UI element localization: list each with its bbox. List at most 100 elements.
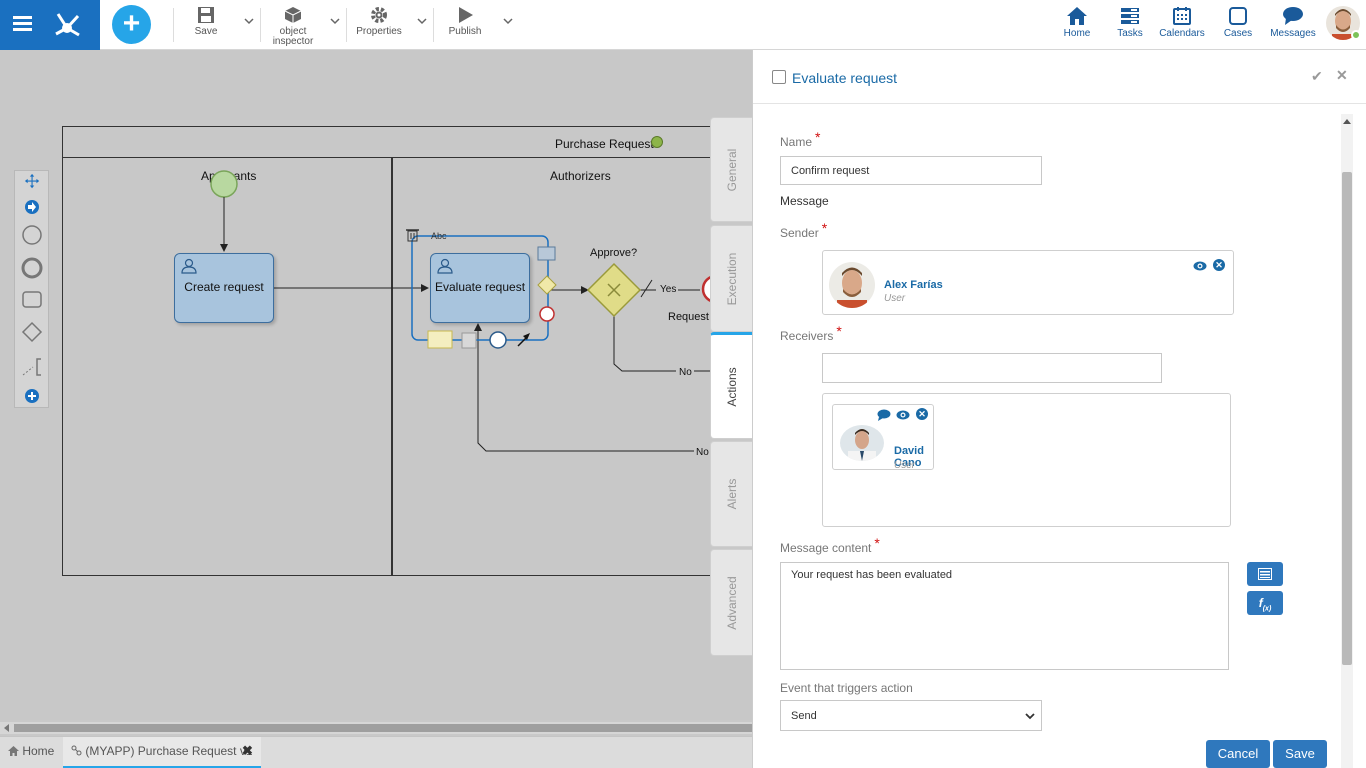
top-toolbar: + Save object inspector Properties Publi… <box>0 0 1366 50</box>
save-tool-label: Save <box>194 26 218 37</box>
quick-annotation-icon[interactable] <box>427 330 453 349</box>
publish-label: Publish <box>448 26 482 37</box>
content-label-text: Message content <box>780 541 872 555</box>
tasks-icon <box>1121 8 1139 24</box>
panel-scroll-thumb[interactable] <box>1342 172 1352 665</box>
close-tab-icon[interactable]: ✖ <box>242 737 253 765</box>
process-icon <box>71 745 82 756</box>
panel-vertical-scrollbar[interactable] <box>1341 114 1353 768</box>
end-event-label: Request <box>668 311 709 323</box>
function-button[interactable]: f(x) <box>1247 591 1283 615</box>
cases-icon <box>1229 7 1247 25</box>
properties-panel: Evaluate request ✔ ✕ Name* Message Sende… <box>752 50 1366 768</box>
horizontal-scrollbar[interactable] <box>0 722 752 734</box>
close-panel-icon[interactable]: ✕ <box>1336 67 1348 84</box>
receivers-list-box[interactable]: David Cano User ✕ <box>822 393 1231 527</box>
flow-no2-label: No <box>696 447 709 458</box>
bottom-tab-home-label: Home <box>22 744 55 758</box>
scroll-up-arrow-icon[interactable] <box>1343 118 1351 126</box>
sender-role: User <box>884 293 906 304</box>
toolbar-divider <box>260 8 261 42</box>
nav-home-label: Home <box>1063 28 1091 39</box>
calendar-icon <box>1173 7 1191 25</box>
view-eye-icon[interactable] <box>896 409 910 421</box>
task-evaluate-request[interactable]: Evaluate request <box>430 253 530 323</box>
chevron-down-icon[interactable] <box>417 16 427 26</box>
quick-gateway-icon[interactable] <box>537 275 557 295</box>
save-button[interactable]: Save <box>1273 740 1327 768</box>
add-button[interactable]: + <box>112 5 151 44</box>
chat-bubble-icon[interactable] <box>877 409 891 421</box>
receiver-card[interactable]: David Cano User ✕ <box>832 404 934 471</box>
chevron-down-icon[interactable] <box>244 16 254 26</box>
quick-data-icon[interactable] <box>461 332 477 349</box>
required-asterisk: * <box>836 323 842 339</box>
event-select-value: Send <box>791 710 817 722</box>
nav-cases[interactable]: Cases <box>1222 6 1254 46</box>
annotation-text-label[interactable]: Abc <box>431 231 447 241</box>
quick-intermediate-event-icon[interactable] <box>489 331 507 349</box>
content-editor-button[interactable] <box>1247 562 1283 586</box>
gear-icon <box>371 7 387 23</box>
event-select[interactable]: Send <box>780 700 1042 731</box>
remove-sender-icon[interactable]: ✕ <box>1213 259 1225 271</box>
tab-alerts[interactable]: Alerts <box>710 441 752 547</box>
chevron-down-icon[interactable] <box>330 16 340 26</box>
save-tool-button[interactable]: Save <box>188 6 224 46</box>
message-content-textarea[interactable]: Your request has been evaluated <box>780 562 1229 670</box>
task-create-request-label: Create request <box>184 280 264 294</box>
name-label-text: Name <box>780 135 813 149</box>
confirm-check-icon[interactable]: ✔ <box>1311 68 1323 85</box>
nav-messages-label: Messages <box>1270 28 1316 39</box>
toolbar-divider <box>346 8 347 42</box>
main-menu-area <box>0 0 100 50</box>
bottom-tab-process-label: (MYAPP) Purchase Request v1 <box>85 744 253 758</box>
object-inspector-button[interactable]: object inspector <box>268 6 318 47</box>
horizontal-scroll-thumb[interactable] <box>14 724 752 732</box>
hamburger-icon[interactable] <box>13 16 32 32</box>
tab-alerts-label: Alerts <box>724 478 739 510</box>
nav-messages[interactable]: Messages <box>1268 6 1318 46</box>
tab-actions[interactable]: Actions <box>710 332 752 439</box>
properties-label: Properties <box>356 26 402 37</box>
required-asterisk: * <box>815 129 821 145</box>
name-input[interactable] <box>780 156 1042 185</box>
tab-general[interactable]: General <box>710 117 752 222</box>
nav-home[interactable]: Home <box>1060 6 1094 46</box>
nav-tasks[interactable]: Tasks <box>1114 6 1146 46</box>
start-event[interactable] <box>210 170 238 198</box>
receivers-search-input[interactable] <box>822 353 1162 383</box>
quick-task-icon[interactable] <box>537 246 556 261</box>
tab-execution[interactable]: Execution <box>710 225 752 332</box>
receiver-avatar <box>840 425 884 461</box>
bottom-tab-process[interactable]: (MYAPP) Purchase Request v1 ✖ <box>63 737 261 768</box>
bottom-tab-bar: Home (MYAPP) Purchase Request v1 ✖ <box>0 736 752 768</box>
play-icon <box>459 7 473 23</box>
nav-calendars[interactable]: Calendars <box>1157 6 1207 46</box>
object-inspector-label-2: inspector <box>272 36 314 47</box>
quick-end-event-icon[interactable] <box>539 306 555 322</box>
sender-name[interactable]: Alex Farías <box>884 279 943 291</box>
diagram-canvas[interactable]: Purchase Request Applicants Authorizers … <box>0 50 762 720</box>
diagram-connectors: Abc Approve? Yes No No Request <box>210 170 752 458</box>
view-eye-icon[interactable] <box>1193 260 1207 272</box>
remove-receiver-icon[interactable]: ✕ <box>916 408 928 420</box>
tab-execution-label: Execution <box>724 252 739 305</box>
exclusive-gateway[interactable] <box>586 262 642 318</box>
chevron-down-icon[interactable] <box>503 16 513 26</box>
properties-button[interactable]: Properties <box>354 6 404 46</box>
sender-avatar <box>829 262 875 308</box>
task-create-request[interactable]: Create request <box>174 253 274 323</box>
cancel-button[interactable]: Cancel <box>1206 740 1270 768</box>
required-asterisk: * <box>821 220 828 236</box>
editor-list-icon <box>1258 568 1272 580</box>
sender-box[interactable]: Alex Farías User ✕ <box>822 250 1234 315</box>
event-field-label: Event that triggers action <box>780 681 913 695</box>
scroll-left-arrow-icon[interactable] <box>3 724 11 732</box>
publish-button[interactable]: Publish <box>445 6 485 46</box>
receivers-field-label: Receivers * <box>780 323 842 343</box>
bottom-tab-home[interactable]: Home <box>8 737 62 768</box>
tab-advanced[interactable]: Advanced <box>710 549 752 656</box>
panel-checkbox[interactable] <box>772 70 786 84</box>
function-fx-icon: f(x) <box>1258 596 1272 613</box>
